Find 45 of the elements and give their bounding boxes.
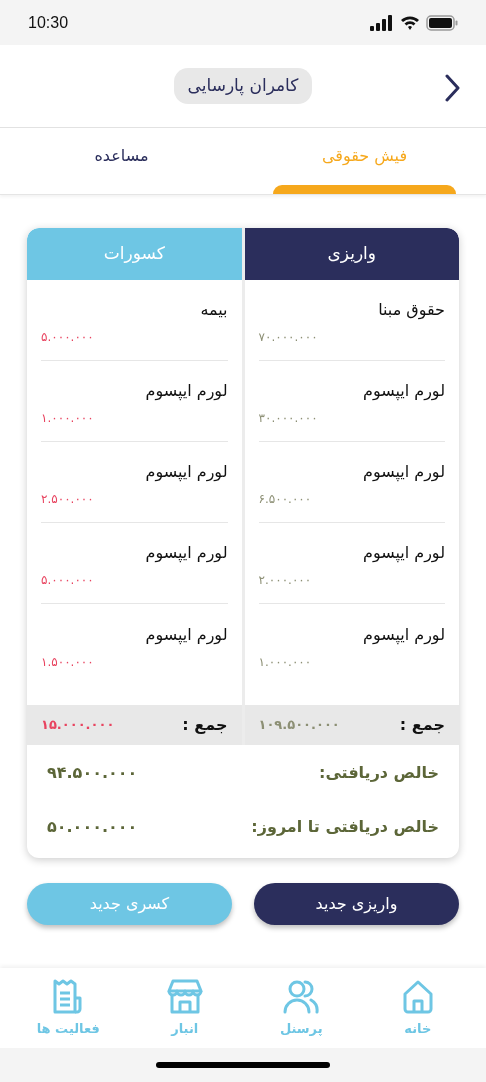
summary-value: ۹۴.۵۰۰.۰۰۰	[47, 762, 138, 784]
nav-item[interactable]: فعالیت ها	[23, 977, 114, 1039]
summary-value: ۵۰.۰۰۰.۰۰۰	[47, 816, 138, 838]
total-label: جمع :	[182, 714, 228, 736]
column-header: واریزی	[244, 228, 459, 280]
item-label: لورم ایپسوم	[144, 461, 228, 484]
item-label: حقوق مبنا	[377, 299, 445, 322]
total-label: جمع :	[399, 714, 445, 736]
employee-name: کامران پارسایی	[173, 68, 313, 104]
status-time: 10:30	[28, 12, 69, 33]
item-amount: ۱.۰۰۰.۰۰۰	[258, 653, 312, 671]
nav-item[interactable]: خانه	[372, 977, 463, 1039]
item-label: لورم ایپسوم	[361, 623, 445, 647]
item-amount: ۷۰.۰۰۰.۰۰۰	[258, 329, 318, 346]
nav-item[interactable]: پرسنل	[256, 977, 347, 1039]
signal-icon	[370, 14, 394, 31]
nav-item[interactable]: انبار	[139, 977, 230, 1039]
summary-label: خالص دریافتی تا امروز:	[251, 816, 439, 838]
item-label: لورم ایپسوم	[361, 542, 445, 565]
summary-label: خالص دریافتی:	[319, 762, 439, 784]
add-button[interactable]: کسری جدید	[27, 883, 232, 925]
item-label: لورم ایپسوم	[144, 623, 228, 647]
back-icon[interactable]	[444, 74, 460, 102]
item-amount: ۳۰.۰۰۰.۰۰۰	[258, 410, 318, 427]
total-amount: ۱۵.۰۰۰.۰۰۰	[41, 716, 115, 735]
item-label: لورم ایپسوم	[361, 380, 445, 403]
item-amount: ۶.۵۰۰.۰۰۰	[258, 491, 312, 508]
add-button[interactable]: واریزی جدید	[254, 883, 459, 925]
wifi-icon	[400, 14, 420, 31]
item-amount: ۱.۰۰۰.۰۰۰	[41, 410, 94, 427]
tab[interactable]: فیش حقوقی	[243, 128, 486, 194]
item-amount: ۱.۵۰۰.۰۰۰	[41, 653, 94, 671]
item-label: لورم ایپسوم	[361, 461, 445, 484]
item-label: لورم ایپسوم	[144, 542, 228, 565]
item-label: بیمه	[199, 299, 228, 321]
item-label: لورم ایپسوم	[144, 380, 228, 403]
item-amount: ۵.۰۰۰.۰۰۰	[41, 572, 94, 589]
item-amount: ۵.۰۰۰.۰۰۰	[41, 329, 94, 346]
store-icon	[166, 977, 203, 1015]
total-amount: ۱۰۹.۵۰۰.۰۰۰	[258, 716, 340, 735]
battery-icon	[426, 14, 458, 31]
item-amount: ۲.۵۰۰.۰۰۰	[41, 491, 94, 508]
item-amount: ۲.۰۰۰.۰۰۰	[258, 572, 312, 589]
column-header: کسورات	[27, 228, 242, 280]
tab[interactable]: مساعده	[0, 128, 243, 194]
